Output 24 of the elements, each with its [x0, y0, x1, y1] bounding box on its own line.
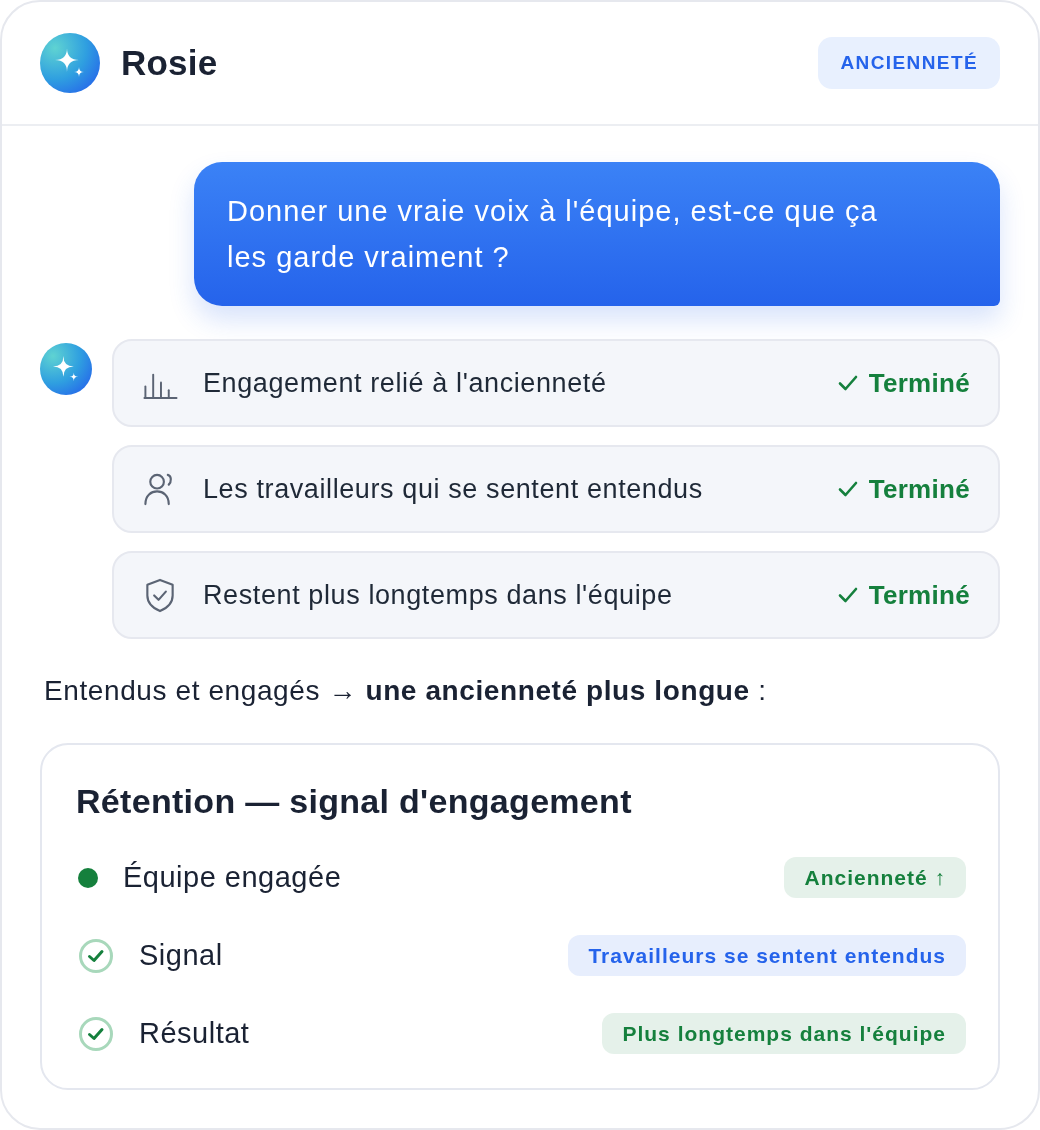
status-tag: Ancienneté ↑	[784, 857, 966, 898]
status-label: Terminé	[868, 578, 970, 612]
card-title: Rétention — signal d'engagement	[76, 781, 633, 821]
step-label: Restent plus longtemps dans l'équipe	[203, 578, 674, 612]
topic-badge: ANCIENNETÉ	[818, 37, 1000, 89]
check-icon	[837, 481, 858, 497]
status-label: Terminé	[868, 366, 970, 400]
status-tag: Travailleurs se sentent entendus	[568, 935, 966, 976]
row-label: Signal	[139, 937, 223, 973]
user-message: Donner une vraie voix à l'équipe, est-ce que ça les garde vraiment ?	[194, 162, 1000, 306]
sparkle-avatar-icon	[40, 33, 100, 93]
sparkle-avatar-icon	[40, 343, 92, 395]
status-tag: Plus longtemps dans l'équipe	[602, 1013, 966, 1054]
row-label: Résultat	[139, 1015, 250, 1051]
check-icon	[837, 587, 858, 603]
check-circle-icon	[79, 1016, 113, 1051]
step-label: Engagement relié à l'ancienneté	[203, 366, 608, 400]
check-circle-icon	[79, 938, 113, 973]
row-label: Équipe engagée	[123, 859, 342, 895]
assistant-name: Rosie	[121, 41, 218, 84]
step-label: Les travailleurs qui se sentent entendus	[203, 472, 704, 506]
status-label: Terminé	[868, 472, 970, 506]
check-icon	[837, 375, 858, 391]
summary-text: Entendus et engagés → une ancienneté plus longue :	[44, 674, 768, 708]
